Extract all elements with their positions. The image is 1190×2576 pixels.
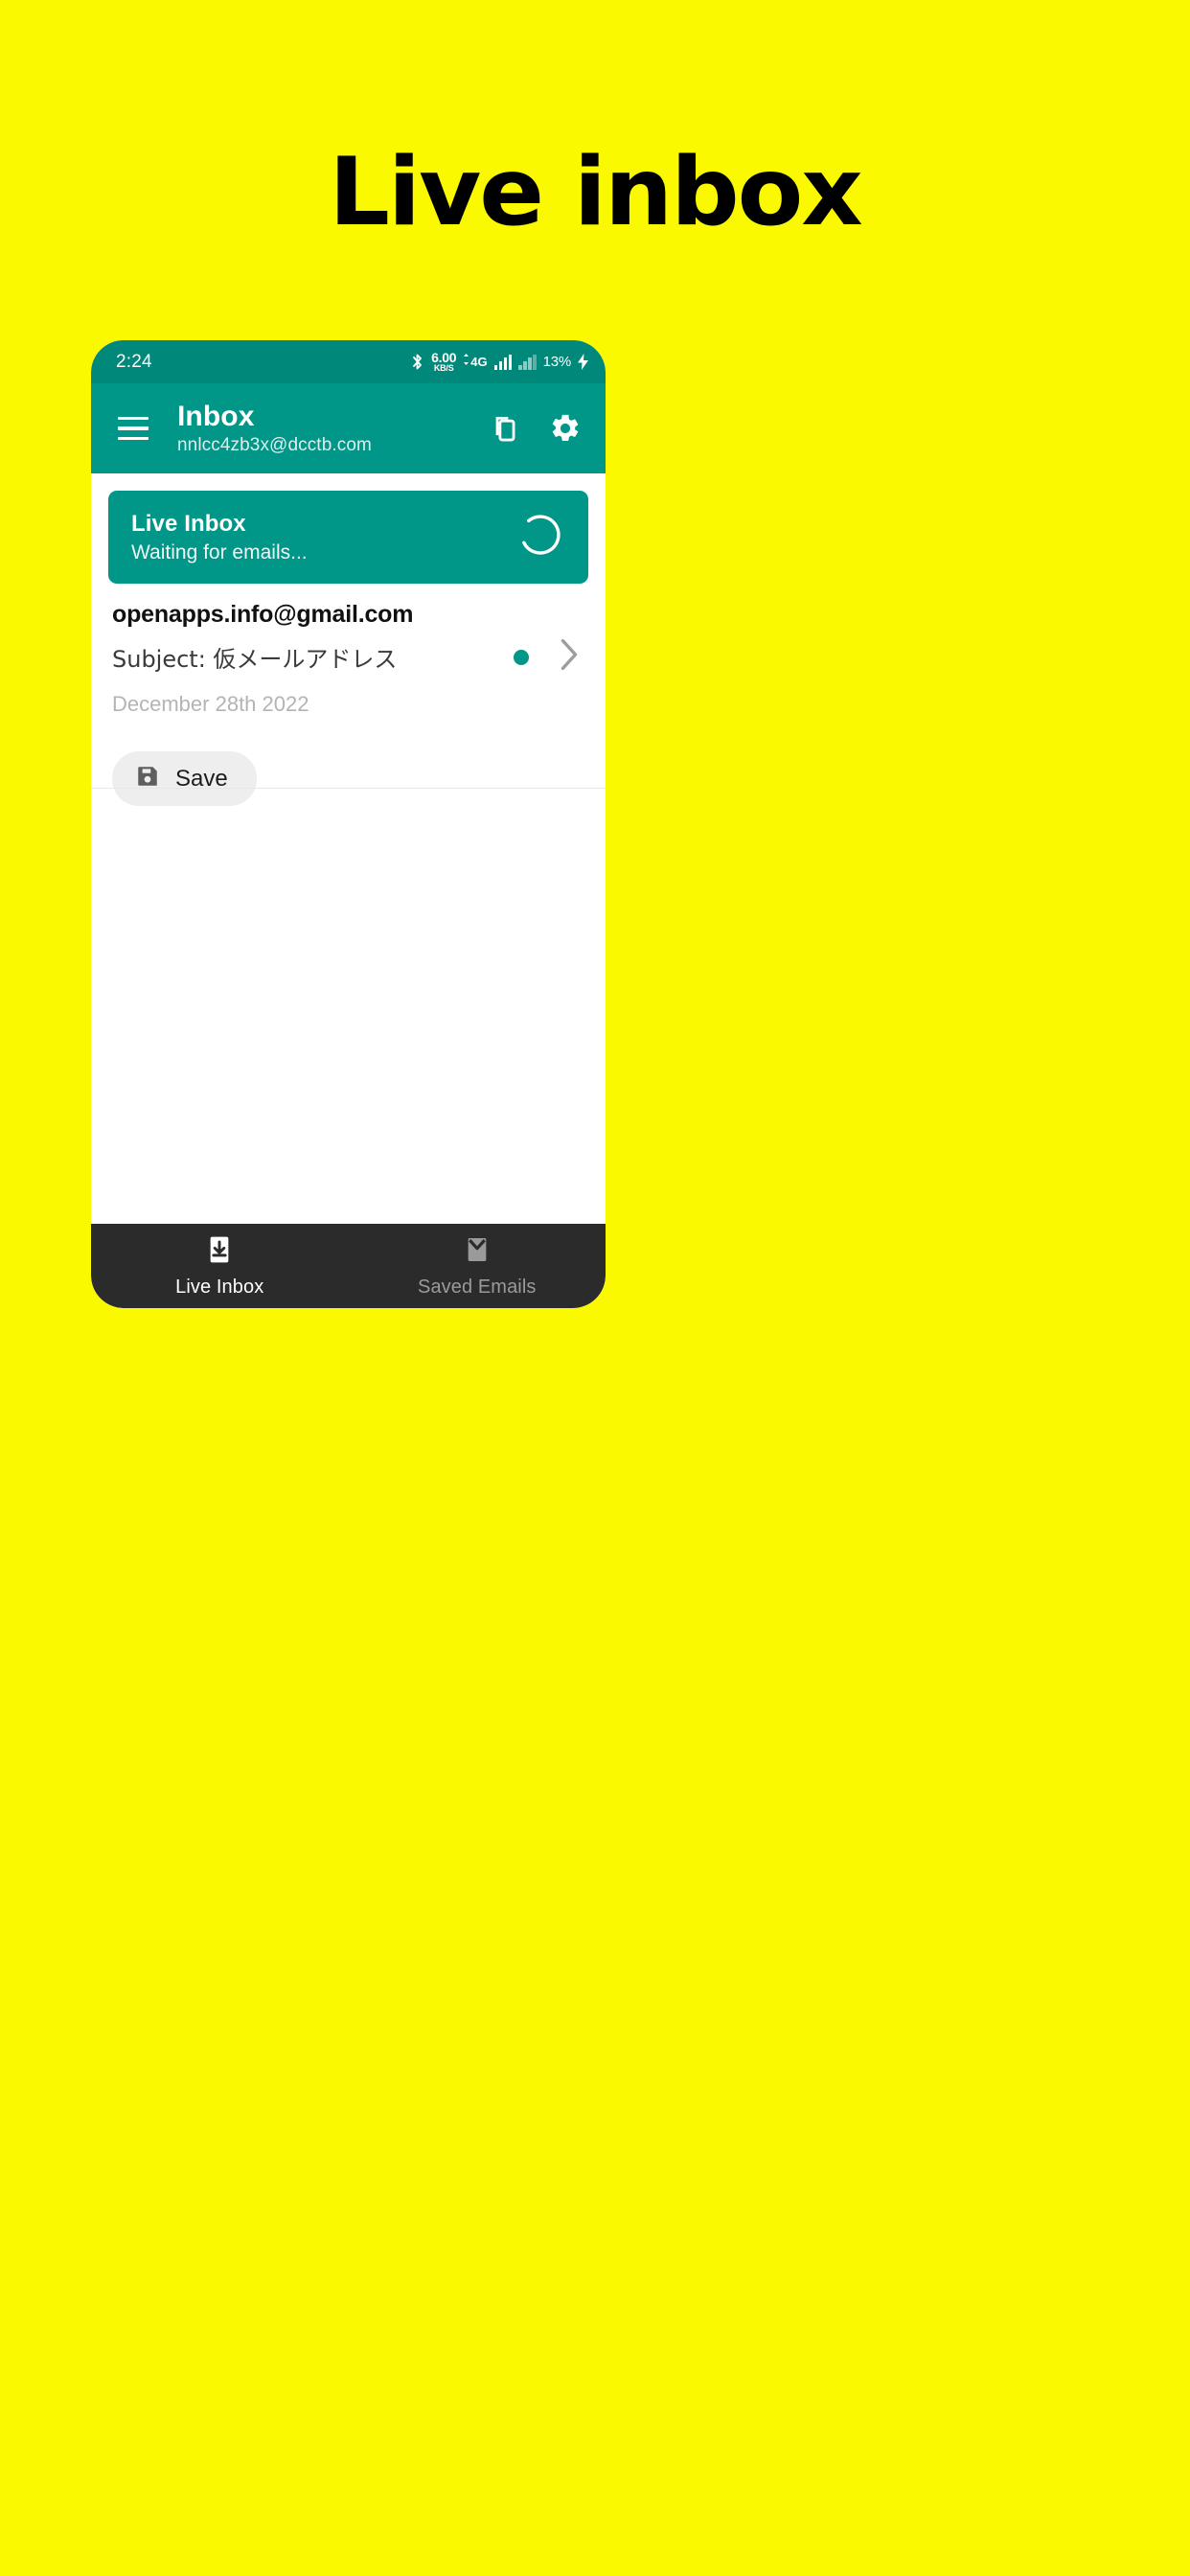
live-inbox-card-text: Live Inbox Waiting for emails... xyxy=(131,510,308,564)
live-inbox-status-card: Live Inbox Waiting for emails... xyxy=(108,491,588,584)
save-button[interactable]: Save xyxy=(112,751,257,806)
email-sender: openapps.info@gmail.com xyxy=(112,601,414,628)
floppy-disk-save-icon xyxy=(135,764,160,794)
inbox-content: Live Inbox Waiting for emails... openapp… xyxy=(91,473,606,1224)
app-bar-actions xyxy=(483,409,584,448)
network-type-indicator: 4G xyxy=(463,353,488,371)
page-title: Inbox xyxy=(177,401,255,432)
account-email-address: nnlcc4zb3x@dcctb.com xyxy=(177,435,372,455)
live-inbox-card-title: Live Inbox xyxy=(131,511,246,537)
nav-label-live-inbox: Live Inbox xyxy=(175,1276,264,1298)
gear-icon[interactable] xyxy=(546,409,584,448)
envelope-icon xyxy=(462,1234,492,1270)
signal-bars-icon xyxy=(493,354,513,370)
signal-bars-icon xyxy=(518,354,537,370)
data-transfer-arrows-icon xyxy=(463,353,469,371)
app-bar: Inbox nnlcc4zb3x@dcctb.com xyxy=(91,383,606,473)
nav-label-saved-emails: Saved Emails xyxy=(418,1276,537,1298)
email-item-indicators xyxy=(514,638,584,676)
app-bar-titles: Inbox nnlcc4zb3x@dcctb.com xyxy=(177,401,372,456)
charging-bolt-icon xyxy=(578,354,588,370)
list-divider xyxy=(91,788,606,789)
status-bar: 2:24 6.00 KB/S 4G 13% xyxy=(91,340,606,383)
unread-dot xyxy=(514,649,529,665)
status-bar-icons: 6.00 KB/S 4G 13% xyxy=(411,351,588,373)
live-inbox-card-status: Waiting for emails... xyxy=(131,541,308,564)
status-bar-clock: 2:24 xyxy=(116,351,152,372)
inbox-download-icon xyxy=(204,1234,235,1270)
hamburger-menu-icon[interactable] xyxy=(108,403,158,453)
nav-item-saved-emails[interactable]: Saved Emails xyxy=(349,1224,606,1308)
email-date: December 28th 2022 xyxy=(112,692,309,716)
bottom-navigation: Live Inbox Saved Emails xyxy=(91,1224,606,1308)
email-subject-row: Subject: 仮メールアドレス xyxy=(112,638,584,676)
screenshot-root: Live inbox 2:24 6.00 KB/S 4G 13% Inbox n… xyxy=(0,0,1190,2576)
chevron-right-icon[interactable] xyxy=(558,638,581,676)
battery-percentage: 13% xyxy=(542,354,572,370)
loading-spinner-icon xyxy=(517,512,563,563)
nav-item-live-inbox[interactable]: Live Inbox xyxy=(91,1224,349,1308)
email-list-item[interactable]: openapps.info@gmail.com Subject: 仮メールアドレ… xyxy=(91,584,606,806)
bluetooth-icon xyxy=(411,353,424,371)
copy-icon[interactable] xyxy=(483,409,521,448)
email-subject: Subject: 仮メールアドレス xyxy=(112,646,398,673)
network-speed-indicator: 6.00 KB/S xyxy=(431,350,457,373)
phone-mockup: 2:24 6.00 KB/S 4G 13% Inbox nnlcc4zb3x@d… xyxy=(91,340,606,1308)
promo-headline: Live inbox xyxy=(329,138,862,247)
